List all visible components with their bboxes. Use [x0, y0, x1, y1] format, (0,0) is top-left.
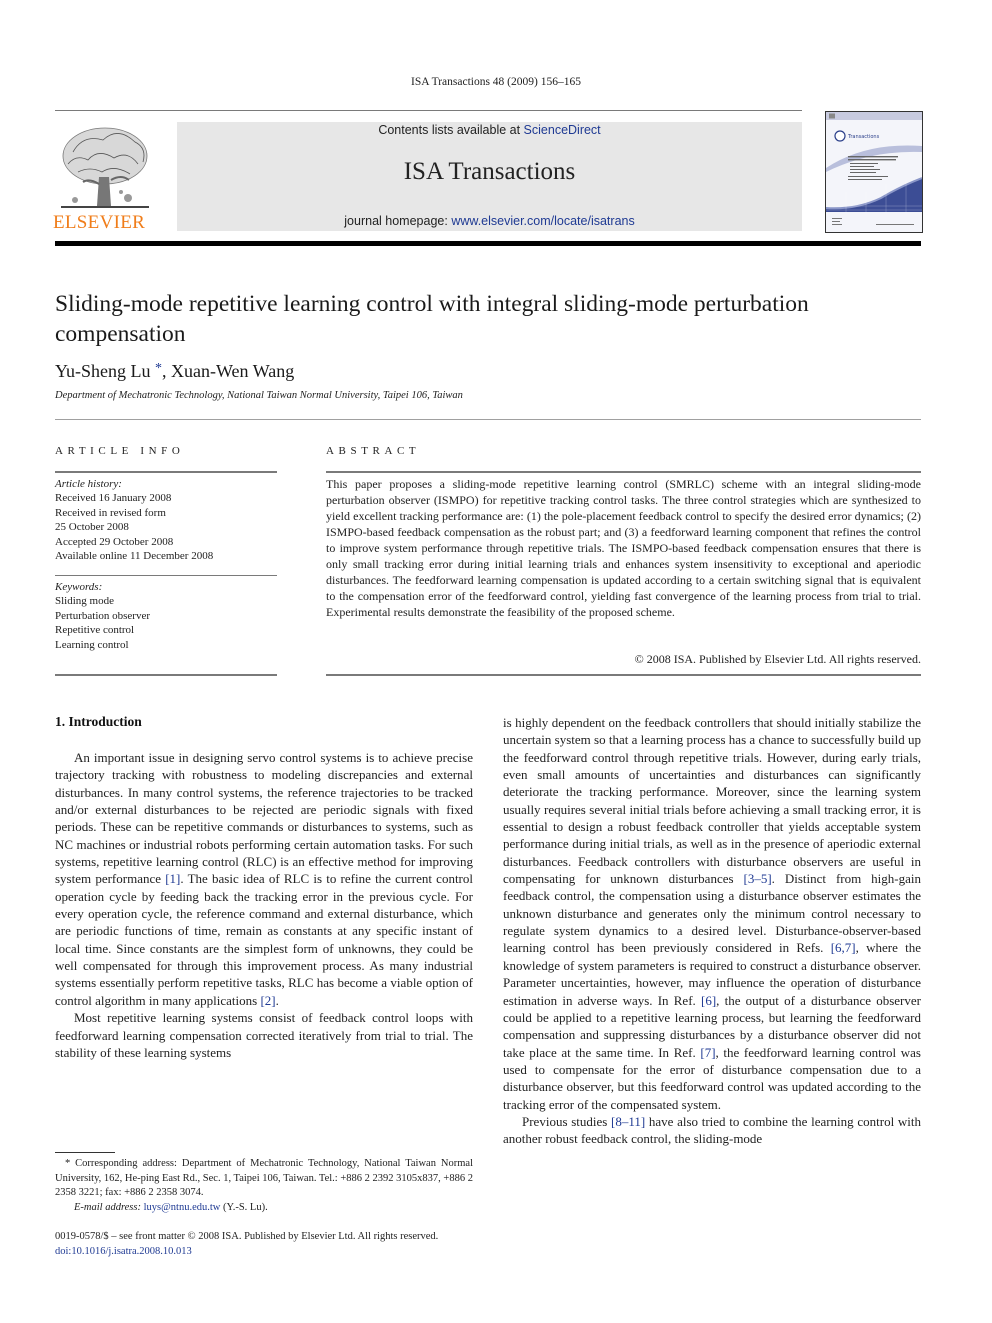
email-link[interactable]: luys@ntnu.edu.tw: [144, 1202, 221, 1213]
author-name: Yu-Sheng Lu: [55, 361, 151, 381]
history-entry: 25 October 2008: [55, 521, 129, 534]
doi-link[interactable]: doi:10.1016/j.isatra.2008.10.013: [55, 1246, 192, 1257]
divider: [55, 419, 921, 420]
contents-availability: Contents lists available at ScienceDirec…: [177, 123, 802, 137]
text: . The basic idea of RLC is to refine the…: [55, 871, 473, 1008]
issn-line: 0019-0578/$ – see front matter © 2008 IS…: [55, 1231, 439, 1242]
article-history: Article history: Received 16 January 200…: [55, 477, 277, 563]
divider: [55, 575, 277, 576]
citation-link[interactable]: [7]: [700, 1045, 715, 1060]
paragraph: Previous studies [8–11] have also tried …: [503, 1113, 921, 1148]
header-thick-rule: [55, 241, 921, 246]
section-heading: 1. Introduction: [55, 714, 142, 729]
article-info-heading: ARTICLE INFO: [55, 445, 185, 457]
body-column-left: An important issue in designing servo co…: [55, 749, 473, 1061]
text: .: [275, 992, 279, 1008]
homepage-prefix: journal homepage:: [344, 214, 452, 228]
footnote-email: E-mail address: luys@ntnu.edu.tw (Y.-S. …: [55, 1201, 473, 1216]
divider: [55, 674, 277, 676]
journal-name: ISA Transactions: [403, 158, 576, 185]
journal-homepage: journal homepage: www.elsevier.com/locat…: [177, 214, 802, 228]
history-label: Article history:: [55, 478, 122, 490]
citation-link[interactable]: [3–5]: [744, 871, 772, 886]
divider: [55, 471, 277, 473]
front-matter: 0019-0578/$ – see front matter © 2008 IS…: [55, 1229, 438, 1259]
email-suffix: (Y.-S. Lu).: [220, 1201, 268, 1213]
contents-prefix: Contents lists available at: [378, 123, 524, 137]
paragraph: An important issue in designing servo co…: [55, 749, 473, 1009]
history-entry: Accepted 29 October 2008: [55, 535, 174, 548]
citation-link[interactable]: [2]: [260, 993, 275, 1008]
footnote-address: Corresponding address: Department of Mec…: [55, 1158, 474, 1198]
text: is highly dependent on the feedback cont…: [503, 715, 921, 887]
running-head: ISA Transactions 48 (2009) 156–165: [411, 76, 581, 88]
author-name: Xuan-Wen Wang: [171, 361, 295, 381]
sciencedirect-link[interactable]: ScienceDirect: [524, 123, 601, 137]
footnote-text: * Corresponding address: Department of M…: [55, 1157, 473, 1201]
keyword: Repetitive control: [55, 624, 135, 637]
history-entry: Received in revised form: [55, 506, 166, 519]
text: Previous studies: [522, 1113, 611, 1129]
footnote-rule: [55, 1152, 115, 1153]
cover-masthead: Transactions: [847, 134, 880, 140]
abstract-copyright: © 2008 ISA. Published by Elsevier Ltd. A…: [634, 652, 921, 666]
citation-link[interactable]: [8–11]: [611, 1114, 645, 1129]
history-entry: Received 16 January 2008: [55, 492, 172, 505]
citation-link[interactable]: [6,7]: [831, 940, 856, 955]
abstract-text: This paper proposes a sliding-mode repet…: [326, 477, 921, 619]
elsevier-wordmark: ELSEVIER: [53, 212, 146, 233]
paragraph: is highly dependent on the feedback cont…: [503, 714, 921, 1113]
abstract-heading: ABSTRACT: [326, 445, 421, 457]
homepage-link[interactable]: www.elsevier.com/locate/isatrans: [451, 214, 634, 228]
email-label: E-mail address:: [74, 1201, 141, 1213]
divider: [326, 674, 921, 676]
author-separator: ,: [162, 361, 171, 381]
corresponding-author-footnote: * Corresponding address: Department of M…: [55, 1157, 473, 1215]
journal-cover-thumbnail: Transactions: [825, 111, 923, 233]
text: An important issue in designing servo co…: [55, 750, 473, 887]
author-affiliation: Department of Mechatronic Technology, Na…: [55, 390, 463, 401]
article-title: Sliding-mode repetitive learning control…: [55, 291, 809, 347]
header-rule: [55, 110, 802, 111]
keyword: Sliding mode: [55, 595, 114, 608]
keyword: Perturbation observer: [55, 609, 150, 622]
citation-link[interactable]: [1]: [165, 871, 180, 886]
keywords: Keywords: Sliding mode Perturbation obse…: [55, 580, 277, 652]
corresponding-author-marker[interactable]: *: [155, 361, 162, 376]
body-column-right: is highly dependent on the feedback cont…: [503, 714, 921, 1148]
divider: [326, 471, 921, 473]
keyword: Learning control: [55, 638, 129, 651]
author-list: Yu-Sheng Lu *, Xuan-Wen Wang: [55, 361, 294, 382]
keywords-label: Keywords:: [55, 581, 103, 593]
citation-link[interactable]: [6]: [701, 993, 716, 1008]
history-entry: Available online 11 December 2008: [55, 550, 214, 563]
paragraph: Most repetitive learning systems consist…: [55, 1010, 473, 1060]
